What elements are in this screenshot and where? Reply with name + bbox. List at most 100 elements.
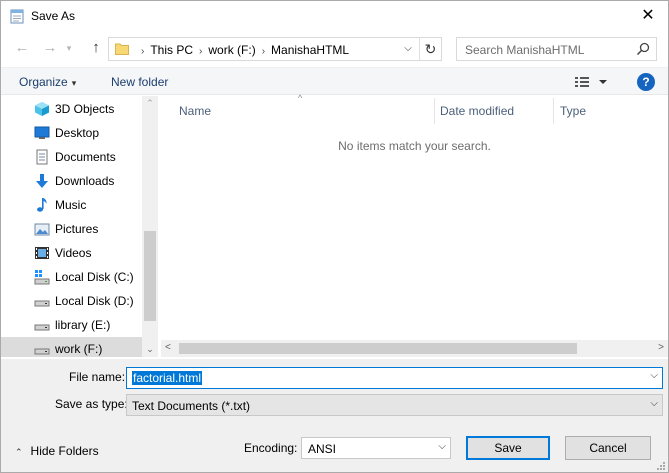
desktop-icon — [34, 125, 50, 141]
search-placeholder: Search ManishaHTML — [465, 43, 585, 57]
column-divider[interactable] — [434, 98, 435, 124]
hide-folders-label: Hide Folders — [30, 444, 99, 458]
sidebar-item-local-disk-d[interactable]: Local Disk (D:) — [1, 289, 142, 313]
sidebar-item-label: Documents — [55, 150, 116, 164]
file-name-value[interactable]: factorial.html — [132, 371, 203, 385]
notepad-icon — [10, 8, 24, 24]
command-toolbar: Organize ▾ New folder ? — [1, 67, 668, 95]
scroll-down-icon[interactable]: ⌄ — [142, 344, 158, 355]
search-input[interactable]: Search ManishaHTML — [456, 37, 657, 61]
sidebar-item-label: work (F:) — [55, 342, 103, 356]
column-header-type[interactable]: Type — [560, 96, 586, 124]
sidebar-item-3d-objects[interactable]: 3D Objects — [1, 97, 142, 121]
chevron-down-icon[interactable]: ⌵ — [650, 370, 658, 381]
help-icon[interactable]: ? — [637, 73, 655, 91]
sidebar-item-work-f[interactable]: work (F:) — [1, 337, 142, 357]
breadcrumb-manishahtml[interactable]: ManishaHTML — [271, 43, 349, 57]
sidebar-item-desktop[interactable]: Desktop — [1, 121, 142, 145]
breadcrumb-separator: › — [141, 46, 145, 57]
encoding-select[interactable]: ANSI ⌵ — [301, 437, 451, 459]
save-as-type-select[interactable]: Text Documents (*.txt) ⌵ — [126, 394, 663, 416]
window-title: Save As — [31, 9, 76, 23]
breadcrumb-this-pc[interactable]: This PC — [150, 43, 193, 57]
sidebar-item-label: Local Disk (D:) — [55, 294, 134, 308]
file-name-field[interactable]: factorial.html ⌵ — [126, 367, 663, 389]
system-drive-icon — [34, 269, 50, 285]
resize-grip-icon[interactable] — [656, 460, 666, 470]
scroll-up-icon[interactable]: ⌃ — [142, 98, 158, 109]
cancel-button[interactable]: Cancel — [565, 436, 651, 460]
breadcrumb-separator[interactable]: › — [262, 46, 265, 57]
drive-icon — [34, 341, 50, 357]
chevron-down-icon[interactable]: ⌵ — [438, 441, 446, 452]
chevron-down-icon[interactable]: ⌵ — [650, 398, 658, 409]
scrollbar-thumb[interactable] — [144, 231, 156, 321]
navigation-bar: ← → ▾ ↑ › This PC › work (F:) › ManishaHTML ⌵… — [1, 35, 668, 63]
search-icon — [636, 42, 650, 56]
sidebar-item-videos[interactable]: Videos — [1, 241, 142, 265]
view-details-icon — [575, 77, 607, 87]
column-divider[interactable] — [553, 98, 554, 124]
view-options-button[interactable] — [574, 74, 612, 90]
save-as-dialog: Save As ✕ ← → ▾ ↑ › This PC › work (F:) › Man… — [0, 0, 669, 473]
sidebar-item-label: Desktop — [55, 126, 100, 140]
title-bar[interactable]: Save As ✕ — [1, 1, 668, 31]
recent-locations-chevron-icon[interactable]: ▾ — [63, 39, 75, 57]
drive-icon — [34, 317, 50, 333]
sidebar-item-label: Pictures — [55, 222, 99, 236]
file-list-horizontal-scrollbar[interactable]: < > — [161, 340, 668, 357]
empty-list-message: No items match your search. — [338, 139, 491, 153]
back-arrow-icon[interactable]: ← — [13, 39, 31, 57]
file-name-label: File name: — [69, 370, 126, 384]
pictures-icon — [34, 221, 50, 237]
file-list[interactable]: ^ Name Date modified Type No items match… — [161, 93, 668, 357]
sidebar-item-music[interactable]: Music — [1, 193, 142, 217]
sidebar-item-label: Videos — [55, 246, 92, 260]
sidebar-item-library-e[interactable]: library (E:) — [1, 313, 142, 337]
encoding-label: Encoding: — [244, 441, 298, 455]
save-form: File name: factorial.html ⌵ Save as type… — [1, 359, 668, 472]
address-bar[interactable]: › This PC › work (F:) › ManishaHTML ⌵ ↻ — [108, 37, 442, 61]
scroll-right-icon[interactable]: > — [658, 342, 664, 353]
refresh-icon[interactable]: ↻ — [419, 38, 441, 60]
sidebar-item-label: Local Disk (C:) — [55, 270, 134, 284]
organize-label: Organize — [19, 75, 68, 89]
encoding-value: ANSI — [308, 442, 337, 456]
sidebar-item-local-disk-c[interactable]: Local Disk (C:) — [1, 265, 142, 289]
download-arrow-icon — [34, 173, 50, 189]
sidebar-item-label: Downloads — [55, 174, 115, 188]
breadcrumb: › This PC › work (F:) › ManishaHTML — [135, 43, 349, 57]
sort-ascending-icon: ^ — [298, 93, 303, 103]
close-button[interactable]: ✕ — [638, 7, 658, 27]
forward-arrow-icon[interactable]: → — [41, 39, 59, 57]
sidebar-item-label: 3D Objects — [55, 102, 115, 116]
videos-icon — [34, 245, 50, 261]
sidebar-item-documents[interactable]: Documents — [1, 145, 142, 169]
sidebar-item-downloads[interactable]: Downloads — [1, 169, 142, 193]
sidebar-item-label: library (E:) — [55, 318, 111, 332]
chevron-up-icon: ⌃ — [15, 447, 23, 457]
save-as-type-value: Text Documents (*.txt) — [132, 399, 251, 413]
breadcrumb-separator[interactable]: › — [199, 46, 202, 57]
save-as-type-label: Save as type: — [55, 397, 128, 411]
column-header-date-modified[interactable]: Date modified — [440, 96, 514, 124]
folder-icon — [115, 42, 129, 55]
cube-3d-icon — [34, 101, 50, 117]
navigation-pane-scrollbar[interactable]: ⌃ ⌄ — [142, 96, 158, 357]
address-dropdown-icon[interactable]: ⌵ — [401, 41, 415, 57]
sidebar-item-label: Music — [55, 198, 87, 212]
hide-folders-button[interactable]: ⌃ Hide Folders — [15, 444, 99, 458]
music-note-icon — [34, 197, 50, 213]
save-button[interactable]: Save — [466, 436, 550, 460]
organize-menu[interactable]: Organize ▾ — [19, 75, 76, 89]
sidebar-item-pictures[interactable]: Pictures — [1, 217, 142, 241]
scroll-left-icon[interactable]: < — [165, 342, 171, 353]
chevron-down-icon: ▾ — [71, 78, 77, 88]
drive-icon — [34, 293, 50, 309]
scrollbar-thumb[interactable] — [179, 343, 577, 354]
documents-icon — [34, 149, 50, 165]
up-arrow-icon[interactable]: ↑ — [87, 39, 105, 57]
column-header-name[interactable]: Name — [179, 96, 211, 124]
new-folder-button[interactable]: New folder — [111, 75, 168, 89]
breadcrumb-work-drive[interactable]: work (F:) — [208, 43, 255, 57]
